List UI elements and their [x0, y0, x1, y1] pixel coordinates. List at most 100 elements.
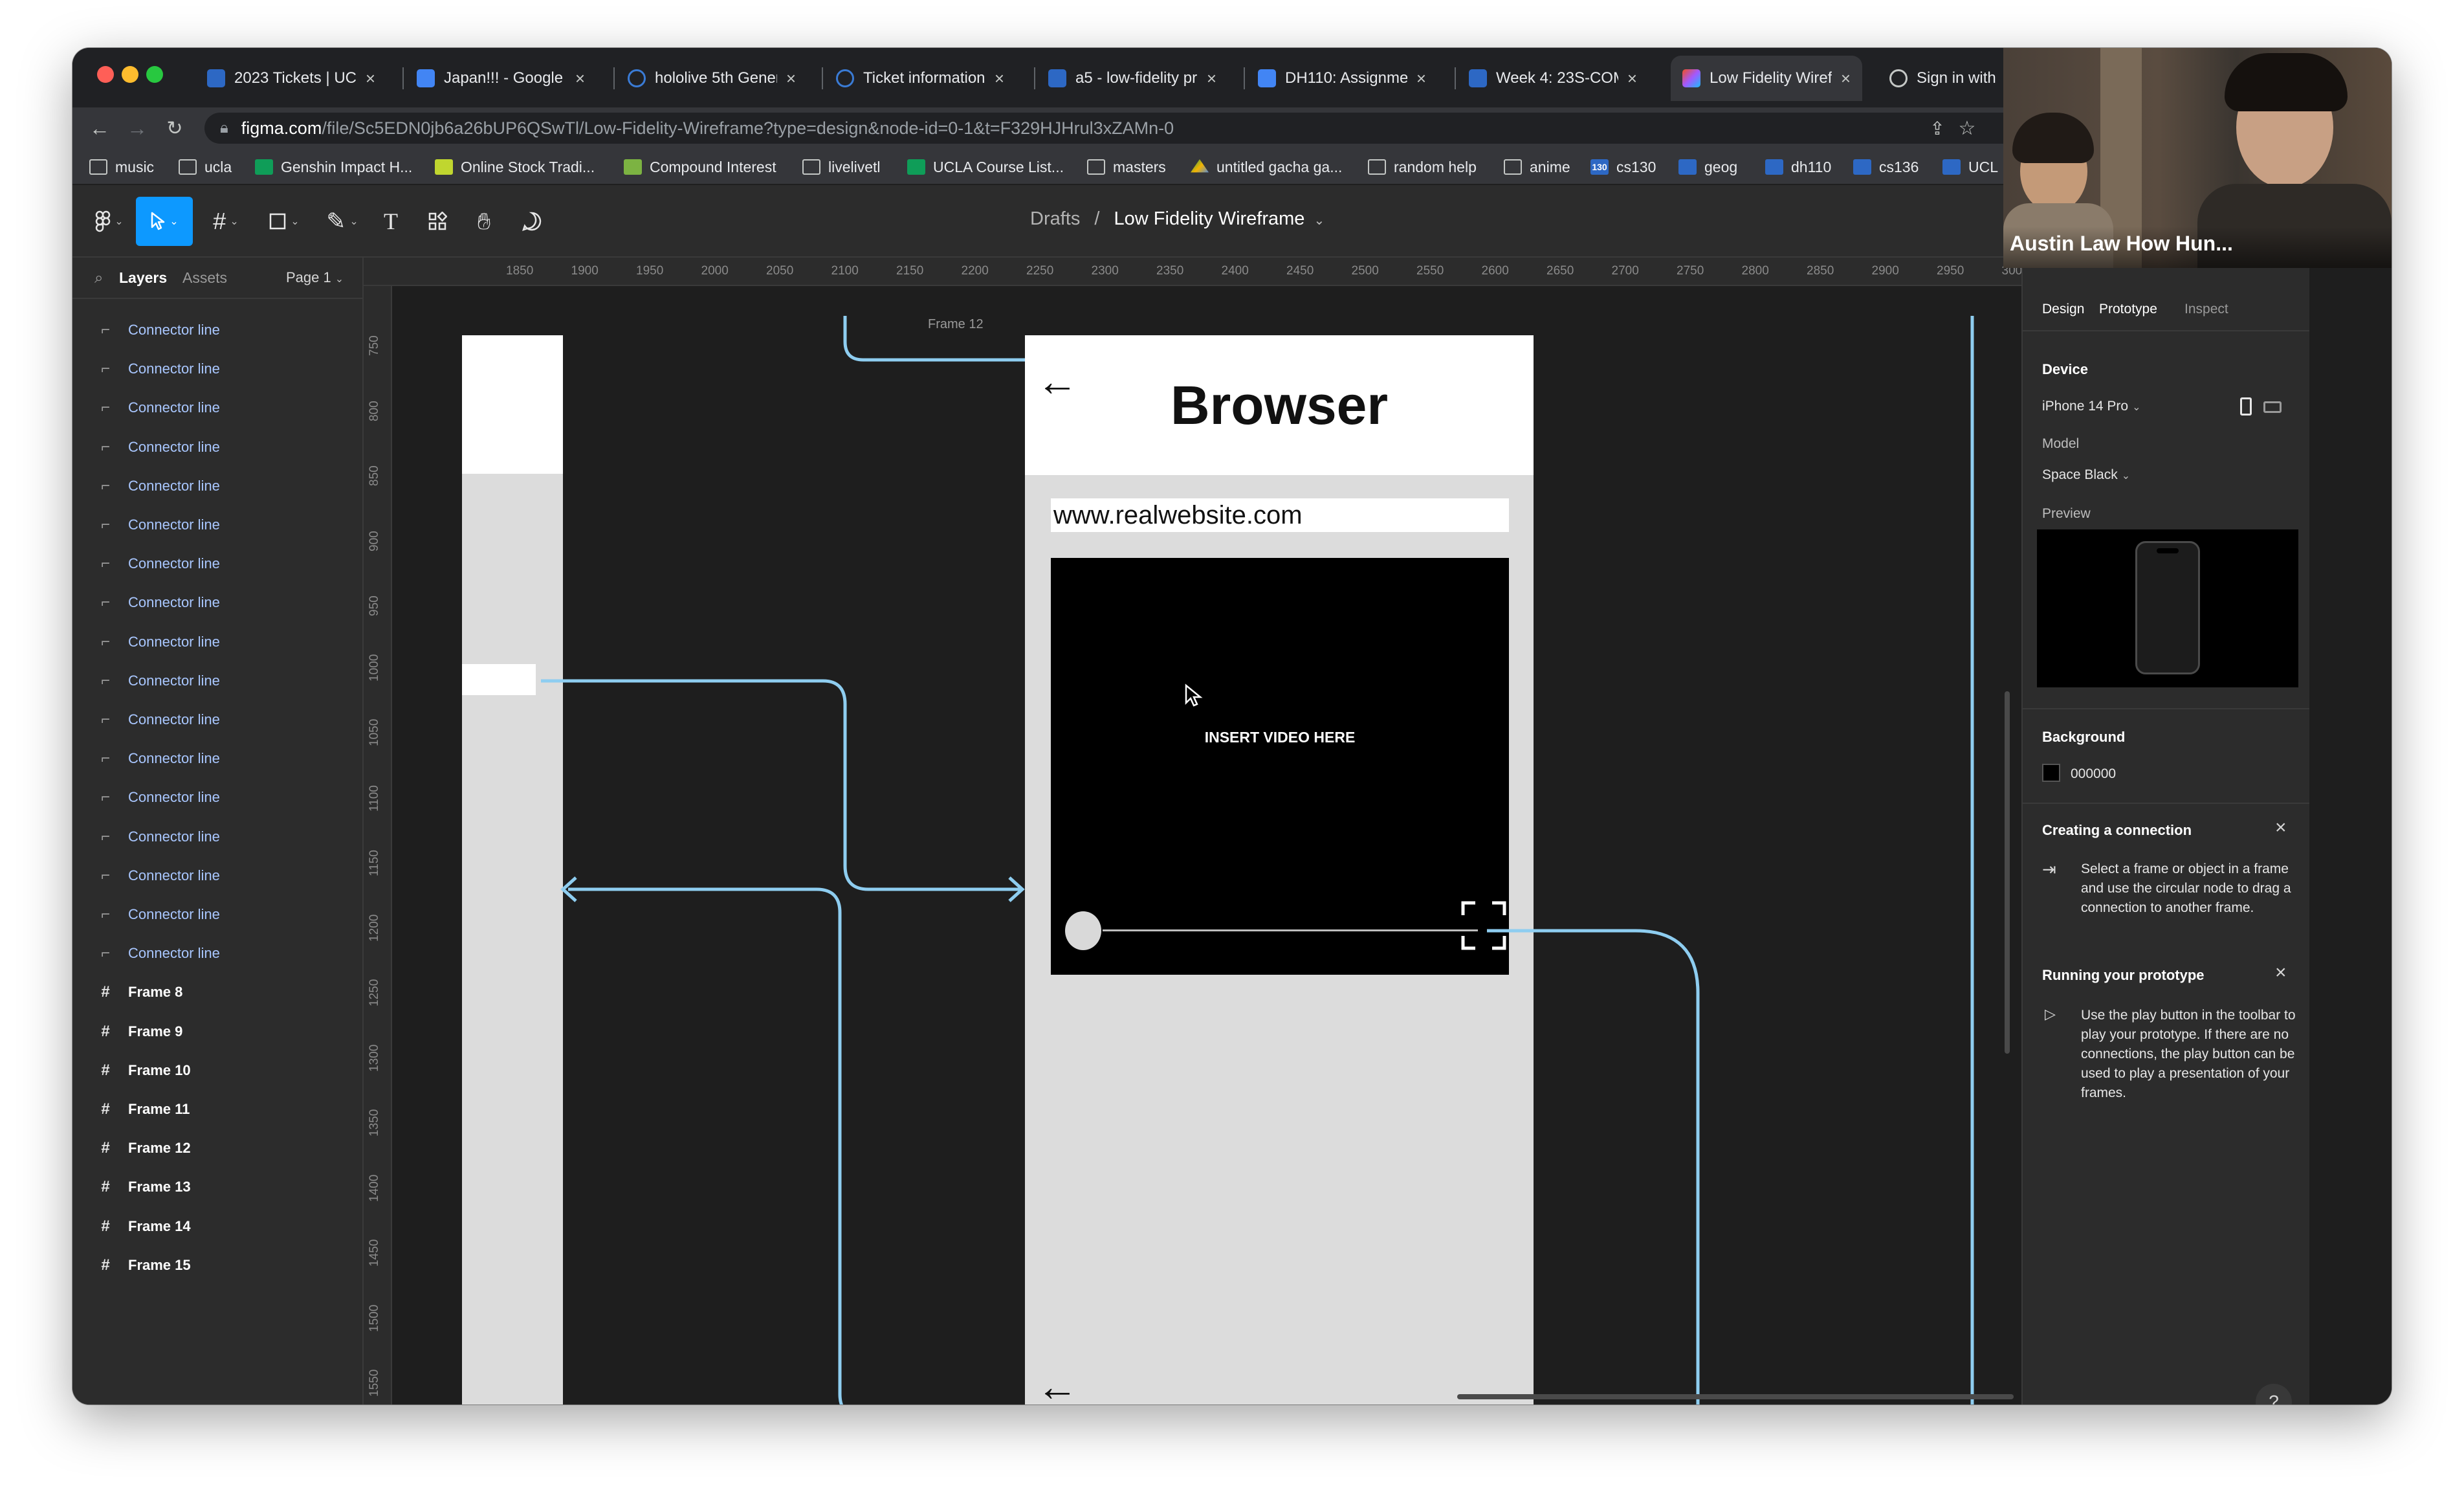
bookmark-item[interactable]: dh110 — [1765, 154, 1831, 180]
layer-row-frame[interactable]: # Frame 11 — [72, 1090, 364, 1129]
tab-inspect[interactable]: Inspect — [2184, 302, 2228, 317]
file-name[interactable]: Low Fidelity Wireframe — [1114, 208, 1305, 229]
layer-row-connector[interactable]: ⌐ Connector line — [72, 467, 364, 505]
shape-tool-icon[interactable]: ⌄ — [260, 197, 308, 246]
bookmark-item[interactable]: random help — [1368, 154, 1477, 180]
device-selector[interactable]: iPhone 14 Pro ⌄ — [2042, 399, 2141, 414]
share-icon[interactable]: ⇪ — [1923, 114, 1952, 142]
close-tab-icon[interactable]: × — [575, 69, 585, 89]
close-window-button[interactable] — [97, 66, 114, 83]
background-hex[interactable]: 000000 — [2071, 766, 2116, 782]
text-tool-icon[interactable]: T — [371, 197, 410, 246]
browser-tab[interactable]: Japan!!! - Google D × — [405, 56, 597, 101]
minimize-window-button[interactable] — [122, 66, 138, 83]
layer-row-frame[interactable]: # Frame 12 — [72, 1129, 364, 1168]
bookmark-item[interactable]: Compound Interest — [624, 154, 776, 180]
layer-row-connector[interactable]: ⌐ Connector line — [72, 311, 364, 350]
horizontal-scrollbar[interactable] — [1457, 1394, 2014, 1399]
tab-design[interactable]: Design — [2042, 302, 2084, 317]
layer-row-connector[interactable]: ⌐ Connector line — [72, 505, 364, 544]
hand-tool-icon[interactable]: ✋︎ — [465, 197, 503, 246]
layer-row-connector[interactable]: ⌐ Connector line — [72, 544, 364, 583]
search-icon[interactable]: ⌕ — [94, 269, 103, 287]
close-tab-icon[interactable]: × — [366, 69, 375, 89]
layer-row-connector[interactable]: ⌐ Connector line — [72, 934, 364, 973]
close-tab-icon[interactable]: × — [995, 69, 1004, 89]
layer-row-frame[interactable]: # Frame 14 — [72, 1207, 364, 1246]
close-icon[interactable]: × — [2275, 962, 2287, 984]
bookmark-item[interactable]: UCLA Course List... — [907, 154, 1064, 180]
figma-menu-icon[interactable]: ⌄ — [85, 197, 133, 246]
address-bar[interactable]: 🔒︎ figma.com/file/Sc5EDN0jb6a26bUP6QSwTl… — [204, 113, 2062, 144]
layer-row-frame[interactable]: # Frame 10 — [72, 1051, 364, 1090]
chevron-down-icon[interactable]: ⌄ — [1314, 214, 1325, 228]
video-call-overlay[interactable]: Austin Law How Hun... — [2003, 48, 2392, 268]
layer-row-connector[interactable]: ⌐ Connector line — [72, 700, 364, 739]
bookmark-item[interactable]: Genshin Impact H... — [255, 154, 412, 180]
background-swatch[interactable] — [2042, 764, 2060, 782]
tab-layers[interactable]: Layers — [119, 269, 167, 287]
layer-row-connector[interactable]: ⌐ Connector line — [72, 428, 364, 467]
layer-row-frame[interactable]: # Frame 15 — [72, 1246, 364, 1285]
portrait-orientation-icon[interactable] — [2240, 397, 2252, 416]
back-button[interactable]: ← — [85, 114, 114, 142]
bookmark-item[interactable]: music — [89, 154, 154, 180]
bookmark-item[interactable]: anime — [1504, 154, 1570, 180]
bookmark-item[interactable]: masters — [1087, 154, 1166, 180]
layer-row-connector[interactable]: ⌐ Connector line — [72, 583, 364, 622]
help-button[interactable]: ? — [2256, 1384, 2292, 1405]
bookmark-item[interactable]: UCL — [1942, 154, 1998, 180]
layer-row-connector[interactable]: ⌐ Connector line — [72, 739, 364, 778]
browser-tab[interactable]: 2023 Tickets | UCL × — [195, 56, 387, 101]
bookmark-item[interactable]: livelivetl — [802, 154, 881, 180]
layer-row-connector[interactable]: ⌐ Connector line — [72, 350, 364, 388]
prototype-connectors[interactable] — [364, 258, 2021, 1405]
breadcrumb-drafts[interactable]: Drafts — [1030, 208, 1080, 229]
comment-tool-icon[interactable] — [512, 197, 551, 246]
layer-row-connector[interactable]: ⌐ Connector line — [72, 817, 364, 856]
layer-row-connector[interactable]: ⌐ Connector line — [72, 895, 364, 934]
close-tab-icon[interactable]: × — [1841, 69, 1851, 89]
close-icon[interactable]: × — [2275, 817, 2287, 839]
page-selector[interactable]: Page 1 ⌄ — [286, 269, 344, 286]
close-tab-icon[interactable]: × — [786, 69, 796, 89]
layer-row-frame[interactable]: # Frame 9 — [72, 1012, 364, 1051]
frame-tool-icon[interactable]: # ⌄ — [202, 197, 250, 246]
move-tool-icon[interactable]: ⌄ — [136, 197, 193, 246]
landscape-orientation-icon[interactable] — [2263, 401, 2282, 413]
tab-assets[interactable]: Assets — [182, 269, 227, 287]
layer-row-connector[interactable]: ⌐ Connector line — [72, 778, 364, 817]
resources-tool-icon[interactable] — [418, 197, 457, 246]
browser-tab[interactable]: Low Fidelity Wirefra × — [1671, 56, 1862, 101]
bookmark-item[interactable]: 130 cs130 — [1590, 154, 1656, 180]
close-tab-icon[interactable]: × — [1627, 69, 1637, 89]
browser-tab[interactable]: Week 4: 23S-COM × — [1457, 56, 1649, 101]
reload-button[interactable]: ↻ — [160, 114, 189, 142]
pen-tool-icon[interactable]: ✎ ⌄ — [318, 197, 366, 246]
layer-row-connector[interactable]: ⌐ Connector line — [72, 388, 364, 427]
browser-tab[interactable]: Ticket information | × — [824, 56, 1016, 101]
design-canvas[interactable]: 1850 1900 1950 2000 2050 2100 2150 2200 2250 2300… — [364, 258, 2021, 1405]
forward-button[interactable]: → — [123, 114, 151, 142]
layer-row-connector[interactable]: ⌐ Connector line — [72, 623, 364, 661]
bookmark-item[interactable]: untitled gacha ga... — [1191, 154, 1342, 180]
bookmark-item[interactable]: cs136 — [1853, 154, 1919, 180]
browser-tab[interactable]: a5 - low-fidelity pro × — [1037, 56, 1228, 101]
browser-tab[interactable]: DH110: Assignment × — [1246, 56, 1438, 101]
close-tab-icon[interactable]: × — [1207, 69, 1216, 89]
bookmark-star-icon[interactable]: ☆ — [1953, 114, 1981, 142]
bookmark-item[interactable]: geog — [1678, 154, 1737, 180]
bookmark-item[interactable]: ucla — [179, 154, 232, 180]
layer-row-frame[interactable]: # Frame 8 — [72, 973, 364, 1012]
browser-tab[interactable]: hololive 5th Genera × — [616, 56, 808, 101]
bookmark-item[interactable]: Online Stock Tradi... — [435, 154, 595, 180]
layer-row-connector[interactable]: ⌐ Connector line — [72, 661, 364, 700]
tab-prototype[interactable]: Prototype — [2099, 302, 2157, 317]
zoom-window-button[interactable] — [146, 66, 163, 83]
tab-title: 2023 Tickets | UCL — [234, 69, 357, 87]
vertical-scrollbar[interactable] — [2005, 691, 2010, 1054]
model-selector[interactable]: Space Black ⌄ — [2042, 467, 2130, 483]
layer-row-connector[interactable]: ⌐ Connector line — [72, 856, 364, 895]
layer-row-frame[interactable]: # Frame 13 — [72, 1168, 364, 1206]
close-tab-icon[interactable]: × — [1416, 69, 1426, 89]
